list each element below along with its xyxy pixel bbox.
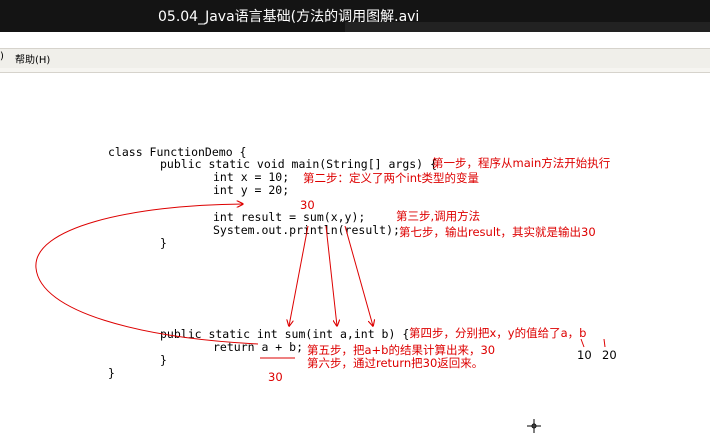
title-bar-controls-area xyxy=(345,22,710,32)
menu-item-partial[interactable]: ) xyxy=(0,51,4,62)
code-line-result: int result = sum(x,y); xyxy=(213,210,366,224)
code-line-println: System.out.println(result); xyxy=(213,223,400,237)
annotation-result-value-top: 30 xyxy=(300,198,315,212)
toolbar-strip xyxy=(0,68,710,73)
value-mark-a xyxy=(580,338,585,348)
call-arrow-3 xyxy=(344,225,373,326)
title-bar: 05.04_Java语言基础(方法的调用图解.avi xyxy=(0,0,710,32)
code-line-sum-signature: public static int sum(int a,int b) { xyxy=(160,327,410,341)
code-line-main-signature: public static void main(String[] args) { xyxy=(160,157,437,171)
code-line-class-close: } xyxy=(108,366,115,380)
code-line-sum-close: } xyxy=(160,353,167,367)
annotation-step2: 第二步：定义了两个int类型的变量 xyxy=(303,171,479,185)
call-arrow-2 xyxy=(325,225,337,326)
annotation-step7: 第七步，输出result，其实就是输出30 xyxy=(399,225,596,239)
annotation-result-value-bottom: 30 xyxy=(268,370,283,384)
code-line-int-y: int y = 20; xyxy=(213,183,290,197)
code-line-int-x: int x = 10; xyxy=(213,170,290,184)
annotation-step6: 第六步，通过return把30返回来。 xyxy=(307,356,484,370)
code-line-return: return a + b; xyxy=(213,340,304,354)
annotation-step4: 第四步，分别把x，y的值给了a，b xyxy=(409,326,587,340)
annotation-step1: 第一步，程序从main方法开始执行 xyxy=(432,156,611,170)
menu-bar: ) 帮助(H) xyxy=(0,48,710,69)
annotation-step3: 第三步,调用方法 xyxy=(396,209,481,223)
menu-item-help[interactable]: 帮助(H) xyxy=(15,51,50,66)
annotation-b-value: 20 xyxy=(602,348,617,362)
code-line-main-close: } xyxy=(160,236,167,250)
call-arrow-1 xyxy=(289,225,309,326)
value-mark-b xyxy=(603,338,606,348)
annotation-a-value: 10 xyxy=(577,348,592,362)
crosshair-cursor-icon xyxy=(527,419,541,433)
